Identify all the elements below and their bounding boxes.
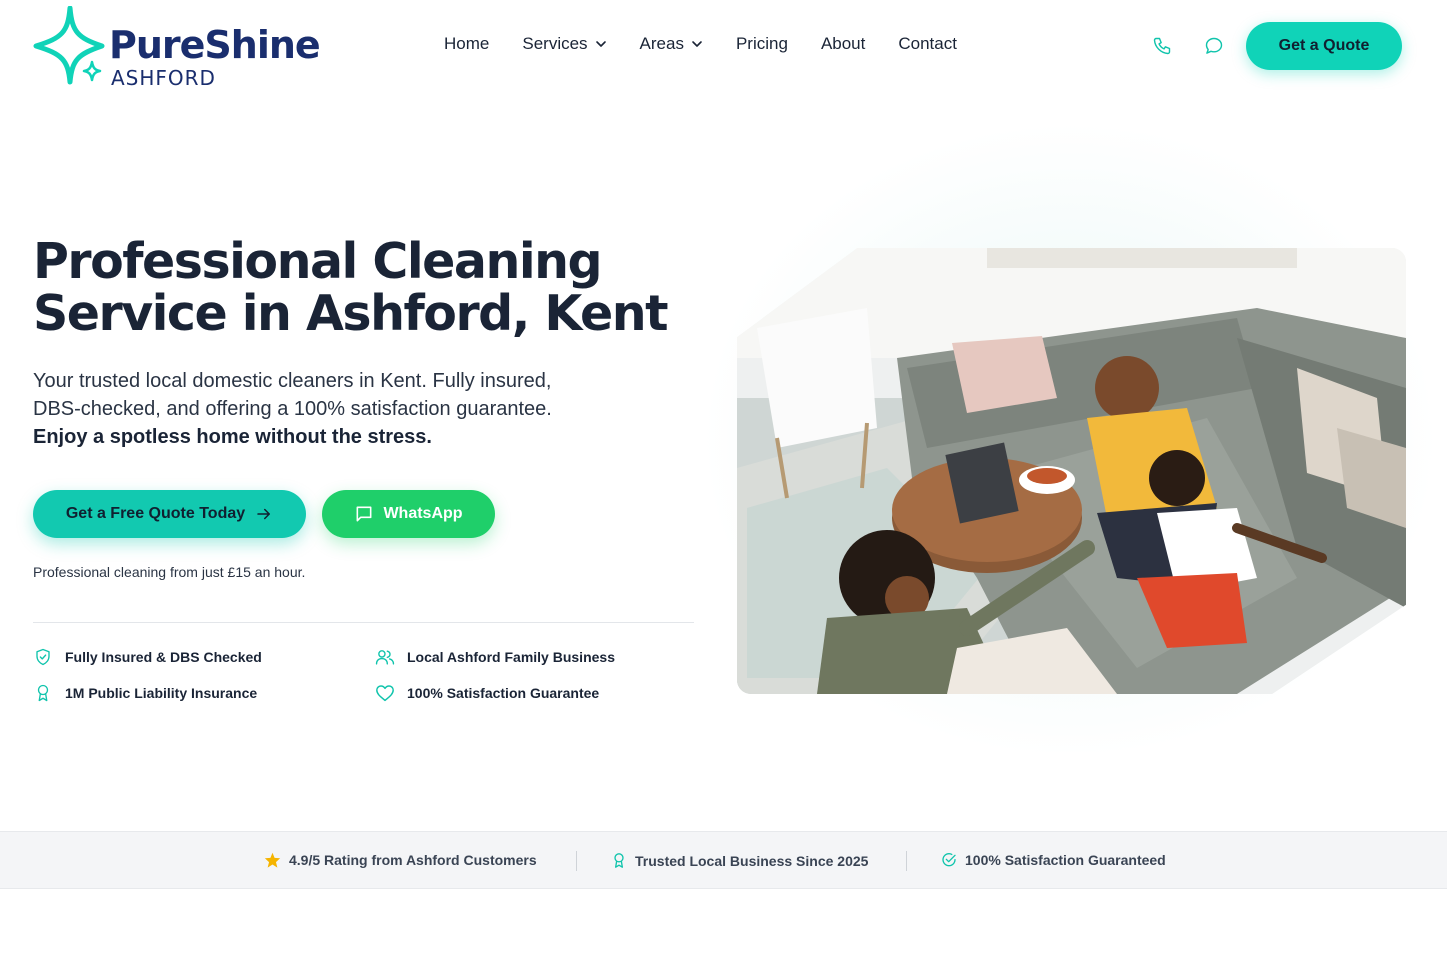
main-nav: Home Services Areas Pricing About Contac… [444, 34, 990, 54]
hero-photo [737, 248, 1406, 694]
nav-services[interactable]: Services [522, 34, 606, 54]
feature-local-business: Local Ashford Family Business [375, 647, 615, 667]
feature-label: 1M Public Liability Insurance [65, 685, 258, 701]
whatsapp-label: WhatsApp [383, 505, 463, 522]
message-square-icon [354, 504, 374, 524]
nav-areas-label: Areas [639, 34, 684, 53]
nav-areas[interactable]: Areas [640, 34, 703, 54]
hero-subtitle-line1: Your trusted local domestic cleaners in … [33, 370, 552, 392]
arrow-right-icon [255, 505, 273, 523]
hero-subtitle-line2: DBS-checked, and offering a 100% satisfa… [33, 398, 552, 420]
hero-title: Professional Cleaning Service in Ashford… [33, 236, 693, 340]
nav-about-label: About [820, 34, 866, 53]
hero-subtitle: Your trusted local domestic cleaners in … [33, 367, 633, 451]
trust-divider [906, 851, 907, 871]
whatsapp-button[interactable]: WhatsApp [322, 490, 495, 538]
trust-local-business: Trusted Local Business Since 2025 [611, 852, 868, 869]
nav-services-label: Services [522, 34, 588, 53]
trust-local-label: Trusted Local Business Since 2025 [635, 852, 869, 869]
heart-icon [375, 683, 395, 703]
chevron-down-icon [595, 38, 607, 50]
trust-rating-label: 4.9/5 Rating from Ashford Customers [289, 852, 537, 868]
award-icon [33, 683, 53, 703]
nav-pricing[interactable]: Pricing [736, 34, 788, 54]
living-room-illustration [737, 248, 1406, 694]
hero-divider [33, 622, 694, 623]
price-note: Professional cleaning from just £15 an h… [33, 564, 306, 580]
trust-satisfaction-label: 100% Satisfaction Guaranteed [965, 852, 1166, 868]
feature-liability: 1M Public Liability Insurance [33, 683, 257, 703]
feature-label: 100% Satisfaction Guarantee [407, 685, 600, 701]
feature-label: Fully Insured & DBS Checked [65, 649, 262, 665]
trust-bar: 4.9/5 Rating from Ashford Customers Trus… [0, 831, 1447, 889]
brand-name: PureShine [109, 23, 321, 67]
feature-insured: Fully Insured & DBS Checked [33, 647, 262, 667]
nav-pricing-label: Pricing [735, 34, 788, 53]
brand-logo[interactable]: PureShine ASHFORD [32, 6, 322, 90]
trust-divider [576, 851, 577, 871]
chat-icon[interactable] [1202, 34, 1226, 58]
trust-satisfaction: 100% Satisfaction Guaranteed [941, 852, 1166, 868]
get-a-quote-button[interactable]: Get a Quote [1246, 22, 1402, 70]
users-icon [375, 647, 395, 667]
trust-rating: 4.9/5 Rating from Ashford Customers [264, 852, 537, 868]
site-header: PureShine ASHFORD Home Services Areas Pr… [0, 0, 1447, 92]
chevron-down-icon [691, 38, 703, 50]
star-icon [264, 852, 281, 868]
free-quote-button[interactable]: Get a Free Quote Today [33, 490, 306, 538]
check-circle-icon [941, 852, 957, 868]
free-quote-label: Get a Free Quote Today [65, 505, 246, 522]
nav-contact[interactable]: Contact [898, 34, 957, 54]
nav-contact-label: Contact [898, 34, 957, 53]
nav-home[interactable]: Home [444, 34, 489, 54]
sparkle-logo-icon [33, 6, 105, 85]
award-icon [611, 852, 627, 869]
hero-title-line1: Professional Cleaning [33, 233, 603, 290]
shield-check-icon [33, 647, 53, 667]
hero-subtitle-bold: Enjoy a spotless home without the stress… [33, 426, 432, 448]
brand-location: ASHFORD [111, 66, 216, 90]
feature-satisfaction: 100% Satisfaction Guarantee [375, 683, 599, 703]
feature-label: Local Ashford Family Business [407, 649, 615, 665]
nav-home-label: Home [444, 34, 490, 53]
hero-title-line2: Service in Ashford, Kent [33, 285, 669, 342]
phone-icon[interactable] [1150, 34, 1174, 58]
nav-about[interactable]: About [821, 34, 865, 54]
